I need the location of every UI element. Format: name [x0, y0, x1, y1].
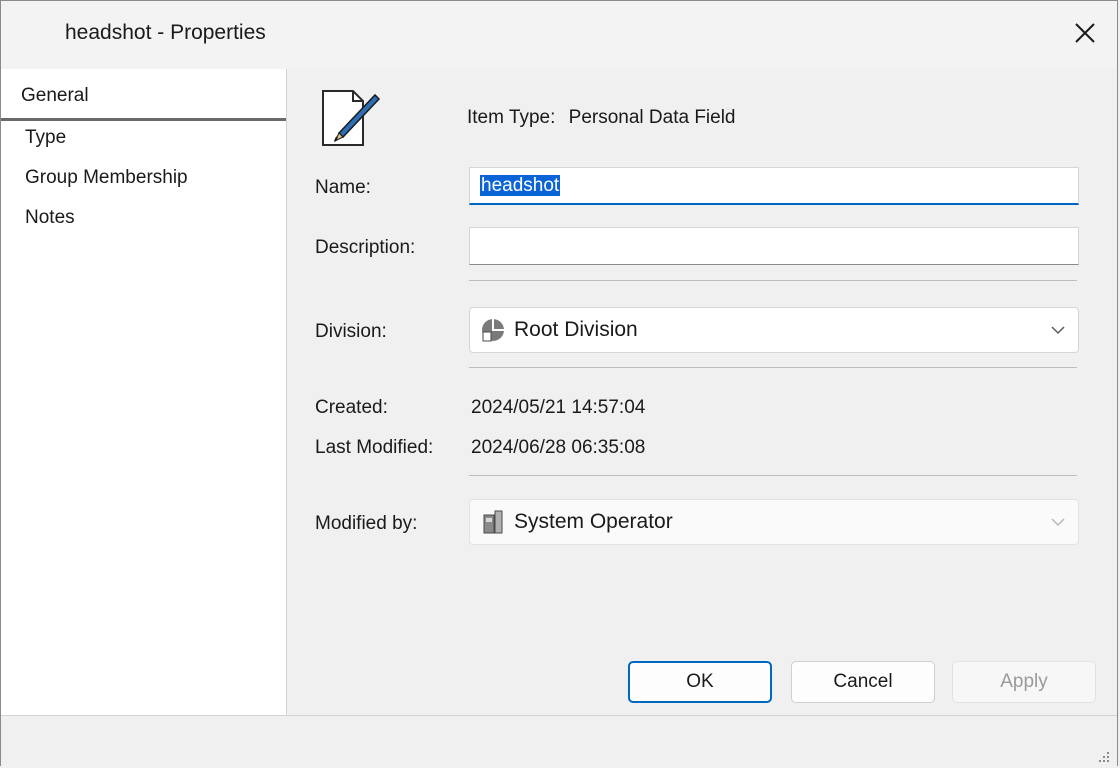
close-icon [1075, 23, 1095, 43]
title-bar: headshot - Properties [1, 1, 1117, 69]
created-label: Created: [315, 397, 388, 418]
chevron-down-icon [1051, 326, 1065, 335]
division-label: Division: [315, 321, 387, 342]
item-type-value: Personal Data Field [568, 107, 736, 128]
sidebar-item-general[interactable]: General [1, 69, 286, 121]
sidebar-item-notes[interactable]: Notes [1, 201, 286, 241]
general-panel: Item Type: Personal Data Field Name: hea… [287, 69, 1117, 715]
division-icon [482, 319, 504, 342]
modified-by-label: Modified by: [315, 513, 418, 534]
sidebar-item-type[interactable]: Type [1, 121, 286, 161]
sidebar-item-group-membership[interactable]: Group Membership [1, 161, 286, 201]
created-value: 2024/05/21 14:57:04 [471, 397, 646, 418]
properties-dialog: headshot - Properties General Type Group… [0, 0, 1118, 768]
sidebar: General Type Group Membership Notes [1, 69, 287, 715]
operator-icon [483, 510, 503, 534]
item-type: Item Type: Personal Data Field [467, 107, 736, 129]
edit-document-icon [322, 90, 381, 146]
divider [469, 367, 1077, 368]
modified-by-value: System Operator [514, 510, 673, 533]
name-field[interactable]: headshot [469, 167, 1079, 205]
apply-button: Apply [952, 661, 1096, 703]
window-title: headshot - Properties [65, 21, 266, 44]
chevron-down-icon [1051, 518, 1065, 527]
sidebar-item-label: Type [25, 127, 67, 148]
sidebar-item-label: Notes [25, 207, 75, 228]
division-dropdown[interactable]: Root Division [469, 307, 1079, 353]
divider [469, 280, 1077, 281]
name-value: headshot [480, 175, 561, 196]
ok-button[interactable]: OK [628, 661, 772, 703]
division-value: Root Division [514, 318, 638, 341]
name-label: Name: [315, 177, 371, 198]
sidebar-item-label: Group Membership [25, 167, 188, 188]
last-modified-label: Last Modified: [315, 437, 434, 458]
description-field[interactable] [469, 227, 1079, 265]
status-bar [1, 715, 1117, 768]
item-type-label: Item Type: [467, 107, 556, 128]
resize-grip-icon[interactable] [1095, 748, 1111, 764]
close-button[interactable] [1065, 13, 1105, 53]
cancel-button[interactable]: Cancel [791, 661, 935, 703]
description-label: Description: [315, 237, 416, 258]
sidebar-item-label: General [21, 85, 89, 106]
divider [469, 475, 1077, 476]
modified-by-dropdown: System Operator [469, 499, 1079, 545]
last-modified-value: 2024/06/28 06:35:08 [471, 437, 646, 458]
